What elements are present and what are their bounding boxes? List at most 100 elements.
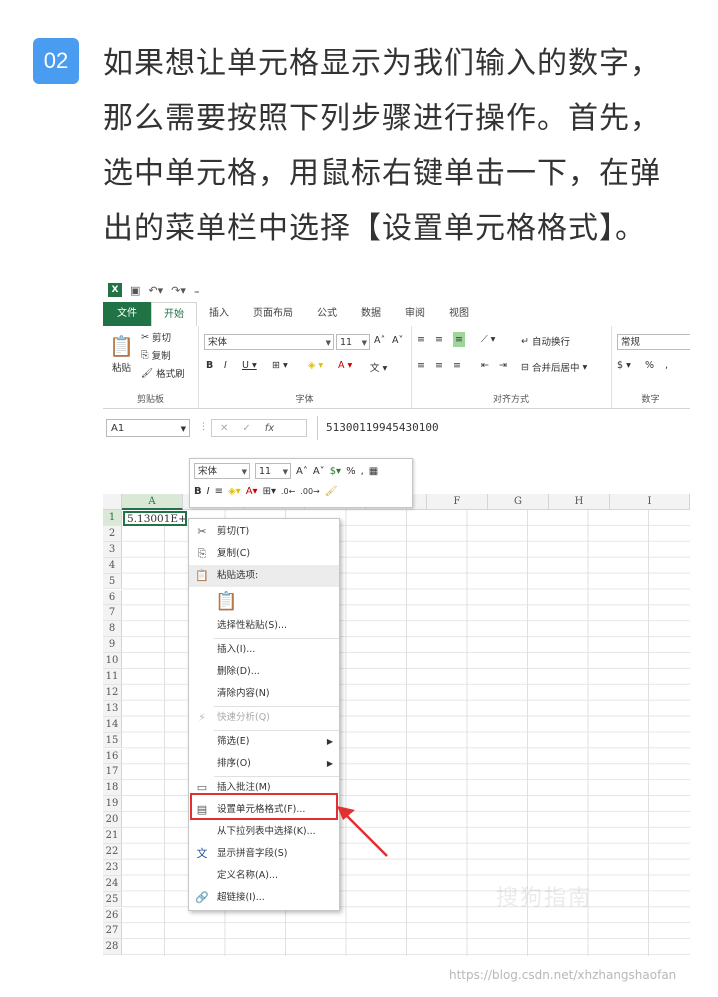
row-header[interactable]: 3: [103, 541, 122, 558]
row-header[interactable]: 10: [103, 653, 122, 669]
row-header[interactable]: 14: [103, 716, 122, 733]
mini-font-select[interactable]: 宋体 ▼: [194, 463, 250, 479]
shrink-font-icon[interactable]: A˅: [313, 466, 325, 477]
accounting-format-button[interactable]: $ ▾: [617, 360, 631, 371]
row-header[interactable]: 24: [103, 875, 122, 892]
phonetic-button[interactable]: 文 ▾: [370, 360, 387, 374]
paste-option-icon[interactable]: 📋: [215, 591, 237, 613]
shrink-font-button[interactable]: A˅: [392, 335, 403, 346]
customize-toolbar-icon[interactable]: ₌: [194, 284, 200, 297]
menu-item-insert[interactable]: 插入(I)...: [189, 639, 339, 661]
tab-view[interactable]: 视图: [437, 302, 481, 326]
row-header[interactable]: 11: [103, 669, 122, 685]
row-header[interactable]: 18: [103, 780, 122, 797]
format-painter-icon[interactable]: 🖌: [325, 486, 338, 497]
copy-button[interactable]: ⎘ 复制: [141, 348, 171, 363]
menu-item-delete[interactable]: 删除(D)...: [189, 661, 339, 683]
row-header[interactable]: 22: [103, 843, 122, 860]
cut-button[interactable]: ✂ 剪切: [141, 330, 171, 345]
font-name-select[interactable]: 宋体 ▼: [204, 334, 334, 350]
fill-color-icon[interactable]: ◈▾: [228, 486, 241, 497]
insert-function-button[interactable]: fx: [265, 423, 274, 434]
row-header[interactable]: 8: [103, 621, 122, 638]
row-header[interactable]: 1: [103, 510, 122, 526]
row-header[interactable]: 27: [103, 923, 122, 940]
format-painter-button[interactable]: 🖌 格式刷: [141, 366, 185, 381]
cell-a1[interactable]: 5.13001E+16: [123, 511, 187, 526]
menu-item-hyperlink[interactable]: 🔗 超链接(I)...: [189, 887, 339, 909]
row-header[interactable]: 7: [103, 605, 122, 622]
bold-button[interactable]: B: [206, 360, 213, 371]
row-header[interactable]: 19: [103, 796, 122, 813]
column-header[interactable]: F: [427, 494, 488, 510]
row-header[interactable]: 5: [103, 573, 122, 590]
row-header[interactable]: 21: [103, 828, 122, 844]
fill-color-button[interactable]: ◈ ▾: [308, 360, 323, 371]
bottom-align-button[interactable]: ≡: [453, 332, 465, 347]
name-box[interactable]: A1 ▼: [106, 419, 190, 437]
mini-size-select[interactable]: 11 ▼: [255, 463, 291, 479]
increase-indent-button[interactable]: ⇥: [499, 360, 507, 371]
center-button[interactable]: ≡: [435, 360, 443, 371]
tab-data[interactable]: 数据: [349, 302, 393, 326]
underline-button[interactable]: U ▾: [242, 360, 257, 371]
save-icon[interactable]: ▣: [130, 284, 140, 297]
bold-icon[interactable]: B: [194, 486, 202, 497]
comma-button[interactable]: ,: [665, 360, 668, 371]
font-color-icon[interactable]: A▾: [246, 486, 258, 497]
column-header[interactable]: I: [610, 494, 690, 510]
row-header[interactable]: 9: [103, 637, 122, 654]
select-all-corner[interactable]: [103, 494, 122, 510]
row-header[interactable]: 16: [103, 748, 122, 765]
tab-home[interactable]: 开始: [151, 302, 197, 327]
column-header[interactable]: A: [122, 494, 183, 510]
italic-icon[interactable]: I: [207, 486, 210, 497]
menu-item-filter[interactable]: 筛选(E) ▶: [189, 731, 339, 753]
increase-decimal-icon[interactable]: .0←: [281, 487, 295, 496]
enter-icon[interactable]: ✓: [242, 423, 250, 434]
merge-center-button[interactable]: ⊟ 合并后居中 ▾: [521, 360, 587, 375]
borders-button[interactable]: ⊞ ▾: [272, 360, 288, 371]
row-header[interactable]: 26: [103, 907, 122, 924]
number-format-select[interactable]: 常规: [617, 334, 690, 350]
row-header[interactable]: 25: [103, 891, 122, 908]
tab-formulas[interactable]: 公式: [305, 302, 349, 326]
row-header[interactable]: 12: [103, 684, 122, 701]
undo-icon[interactable]: ↶▾: [148, 284, 163, 297]
menu-item-define-name[interactable]: 定义名称(A)...: [189, 865, 339, 887]
percent-icon[interactable]: %: [346, 466, 356, 477]
menu-item-sort[interactable]: 排序(O) ▶: [189, 753, 339, 775]
paste-button[interactable]: 📋 粘贴: [109, 334, 134, 374]
font-size-select[interactable]: 11 ▼: [336, 334, 370, 350]
row-header[interactable]: 2: [103, 525, 122, 542]
orientation-button[interactable]: ⟋ ▾: [481, 334, 495, 345]
tab-file[interactable]: 文件: [103, 302, 151, 326]
align-left-button[interactable]: ≡: [417, 360, 425, 371]
row-header[interactable]: 13: [103, 700, 122, 717]
row-header[interactable]: 28: [103, 939, 122, 956]
grow-font-icon[interactable]: A˄: [296, 466, 308, 477]
menu-item-copy[interactable]: ⎘ 复制(C): [189, 543, 339, 565]
comma-icon[interactable]: ,: [361, 466, 364, 477]
top-align-button[interactable]: ≡: [417, 334, 425, 345]
percent-button[interactable]: %: [645, 360, 654, 371]
middle-align-button[interactable]: ≡: [435, 334, 443, 345]
row-header[interactable]: 15: [103, 732, 122, 749]
align-icon[interactable]: ≡: [215, 486, 223, 497]
redo-icon[interactable]: ↷▾: [171, 284, 186, 297]
decrease-indent-button[interactable]: ⇤: [481, 360, 489, 371]
row-header[interactable]: 20: [103, 812, 122, 828]
tab-insert[interactable]: 插入: [197, 302, 241, 326]
tab-review[interactable]: 审阅: [393, 302, 437, 326]
row-header[interactable]: 17: [103, 764, 122, 781]
formula-input[interactable]: 51300119945430100: [317, 416, 690, 440]
menu-item-paste-special[interactable]: 选择性粘贴(S)...: [189, 615, 339, 637]
column-header[interactable]: G: [488, 494, 549, 510]
font-color-button[interactable]: A ▾: [338, 360, 352, 371]
row-header[interactable]: 23: [103, 859, 122, 876]
accounting-icon[interactable]: $▾: [330, 466, 341, 477]
wrap-text-button[interactable]: ↵ 自动换行: [521, 334, 570, 349]
cancel-icon[interactable]: ✕: [220, 423, 228, 434]
menu-item-clear-contents[interactable]: 清除内容(N): [189, 683, 339, 705]
menu-item-pick-from-list[interactable]: 从下拉列表中选择(K)...: [189, 821, 339, 843]
